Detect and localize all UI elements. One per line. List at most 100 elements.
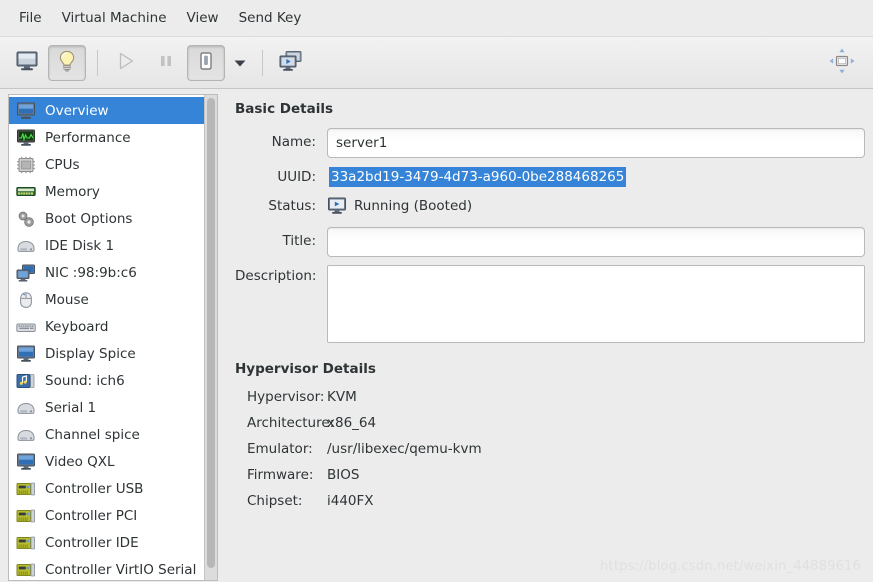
details-view-button[interactable] <box>48 44 86 81</box>
scrollbar-thumb[interactable] <box>207 98 215 568</box>
watermark: https://blog.csdn.net/weixin_44889616 <box>600 559 861 574</box>
sidebar-item-performance[interactable]: Performance <box>9 124 204 151</box>
sidebar-item-label: Serial 1 <box>45 399 97 416</box>
sidebar-item-serial-1[interactable]: Serial 1 <box>9 394 204 421</box>
hypervisor-row: Architecture: x86_64 <box>235 415 865 431</box>
sidebar-item-controller-ide[interactable]: Controller IDE <box>9 529 204 556</box>
cpu-icon <box>15 155 37 174</box>
uuid-row: UUID: 33a2bd19-3479-4d73-a960-0be2884682… <box>235 166 865 189</box>
sidebar-item-sound-ich6[interactable]: Sound: ich6 <box>9 367 204 394</box>
hypervisor-row-label: Chipset: <box>247 493 303 509</box>
sidebar-item-controller-usb[interactable]: Controller USB <box>9 475 204 502</box>
sidebar-item-memory[interactable]: Memory <box>9 178 204 205</box>
basic-details-heading: Basic Details <box>235 101 333 117</box>
hypervisor-row-value: /usr/libexec/qemu-kvm <box>327 441 482 457</box>
sidebar-item-label: Display Spice <box>45 345 136 362</box>
details-pane: Basic Details Name: server1 UUID: 33a2bd… <box>218 89 873 581</box>
name-row: Name: server1 <box>235 128 865 158</box>
menu-virtual-machine[interactable]: Virtual Machine <box>52 7 177 29</box>
lightbulb-icon <box>56 49 78 77</box>
sound-icon <box>15 371 37 390</box>
title-input[interactable] <box>327 227 865 257</box>
sidebar-item-label: Overview <box>45 102 109 119</box>
description-textarea[interactable] <box>327 265 865 343</box>
uuid-value-container[interactable]: 33a2bd19-3479-4d73-a960-0be288468265 <box>327 166 865 189</box>
sidebar-item-controller-pci[interactable]: Controller PCI <box>9 502 204 529</box>
console-view-button[interactable] <box>8 45 46 81</box>
hypervisor-row-value: x86_64 <box>327 415 377 431</box>
sidebar-item-channel-spice[interactable]: Channel spice <box>9 421 204 448</box>
sidebar-item-label: Memory <box>45 183 100 200</box>
keyboard-icon <box>15 317 37 336</box>
uuid-value[interactable]: 33a2bd19-3479-4d73-a960-0be288468265 <box>329 167 627 187</box>
hardware-list-scrollbar[interactable] <box>204 95 217 580</box>
snapshots-icon <box>278 50 304 76</box>
menu-send-key[interactable]: Send Key <box>229 7 312 29</box>
power-icon <box>196 50 216 76</box>
shutdown-button[interactable] <box>187 44 225 81</box>
mouse-icon <box>15 290 37 309</box>
video-icon <box>15 452 37 471</box>
hypervisor-row-label: Hypervisor: <box>247 389 325 405</box>
hypervisor-row: Chipset: i440FX <box>235 493 865 509</box>
sidebar-item-display-spice[interactable]: Display Spice <box>9 340 204 367</box>
hypervisor-row-label: Firmware: <box>247 467 314 483</box>
description-label: Description: <box>235 268 317 284</box>
title-row: Title: <box>235 227 865 257</box>
sidebar-item-boot-options[interactable]: Boot Options <box>9 205 204 232</box>
sidebar-item-label: IDE Disk 1 <box>45 237 115 254</box>
hypervisor-row-value: KVM <box>327 389 357 405</box>
sidebar-item-label: NIC :98:9b:c6 <box>45 264 137 281</box>
sidebar-item-overview[interactable]: Overview <box>9 97 204 124</box>
sidebar-item-mouse[interactable]: Mouse <box>9 286 204 313</box>
sidebar-item-cpus[interactable]: CPUs <box>9 151 204 178</box>
fullscreen-icon <box>828 47 856 79</box>
status-label: Status: <box>268 198 316 214</box>
uuid-label: UUID: <box>277 169 316 185</box>
memory-icon <box>15 182 37 201</box>
display-icon <box>15 344 37 363</box>
status-value-container: Running (Booted) <box>327 195 472 217</box>
monitor-icon <box>15 50 39 75</box>
sidebar-item-label: Sound: ich6 <box>45 372 125 389</box>
sidebar-item-nic-98-9b-c6[interactable]: NIC :98:9b:c6 <box>9 259 204 286</box>
sidebar-item-label: Channel spice <box>45 426 140 443</box>
graph-icon <box>15 128 37 147</box>
sidebar-item-keyboard[interactable]: Keyboard <box>9 313 204 340</box>
chevron-down-icon <box>233 53 247 72</box>
hypervisor-rows: Hypervisor: KVM Architecture: x86_64 Emulato… <box>235 389 865 509</box>
description-row: Description: <box>235 265 865 343</box>
controller-icon <box>15 560 37 579</box>
pause-button[interactable] <box>147 45 185 81</box>
menu-view[interactable]: View <box>177 7 229 29</box>
fullscreen-button[interactable] <box>823 45 861 81</box>
sidebar-item-label: Boot Options <box>45 210 133 227</box>
toolbar-separator-2 <box>262 49 263 76</box>
hypervisor-row: Firmware: BIOS <box>235 467 865 483</box>
hardware-list-panel: Overview Performance CPUs Memory Boot Option… <box>8 94 218 581</box>
name-input[interactable]: server1 <box>327 128 865 158</box>
main-body: Overview Performance CPUs Memory Boot Option… <box>0 89 873 581</box>
menu-file[interactable]: File <box>9 7 52 29</box>
hypervisor-row: Emulator: /usr/libexec/qemu-kvm <box>235 441 865 457</box>
controller-icon <box>15 533 37 552</box>
sidebar-item-video-qxl[interactable]: Video QXL <box>9 448 204 475</box>
hardware-list[interactable]: Overview Performance CPUs Memory Boot Option… <box>9 95 204 580</box>
gears-icon <box>15 209 37 228</box>
status-text: Running (Booted) <box>354 198 473 214</box>
snapshots-button[interactable] <box>272 45 310 81</box>
sidebar-item-label: Controller IDE <box>45 534 139 551</box>
harddisk-icon <box>15 236 37 255</box>
title-label: Title: <box>282 233 316 249</box>
monitor-icon <box>15 101 37 120</box>
virt-manager-window: File Virtual Machine View Send Key Overv… <box>0 0 873 582</box>
play-icon <box>115 50 137 76</box>
shutdown-menu-button[interactable] <box>227 45 253 81</box>
network-icon <box>15 263 37 282</box>
channel-icon <box>15 425 37 444</box>
sidebar-item-ide-disk-1[interactable]: IDE Disk 1 <box>9 232 204 259</box>
hypervisor-row: Hypervisor: KVM <box>235 389 865 405</box>
menu-bar: File Virtual Machine View Send Key <box>0 0 873 37</box>
run-button[interactable] <box>107 45 145 81</box>
sidebar-item-controller-virtio-serial[interactable]: Controller VirtIO Serial <box>9 556 204 580</box>
